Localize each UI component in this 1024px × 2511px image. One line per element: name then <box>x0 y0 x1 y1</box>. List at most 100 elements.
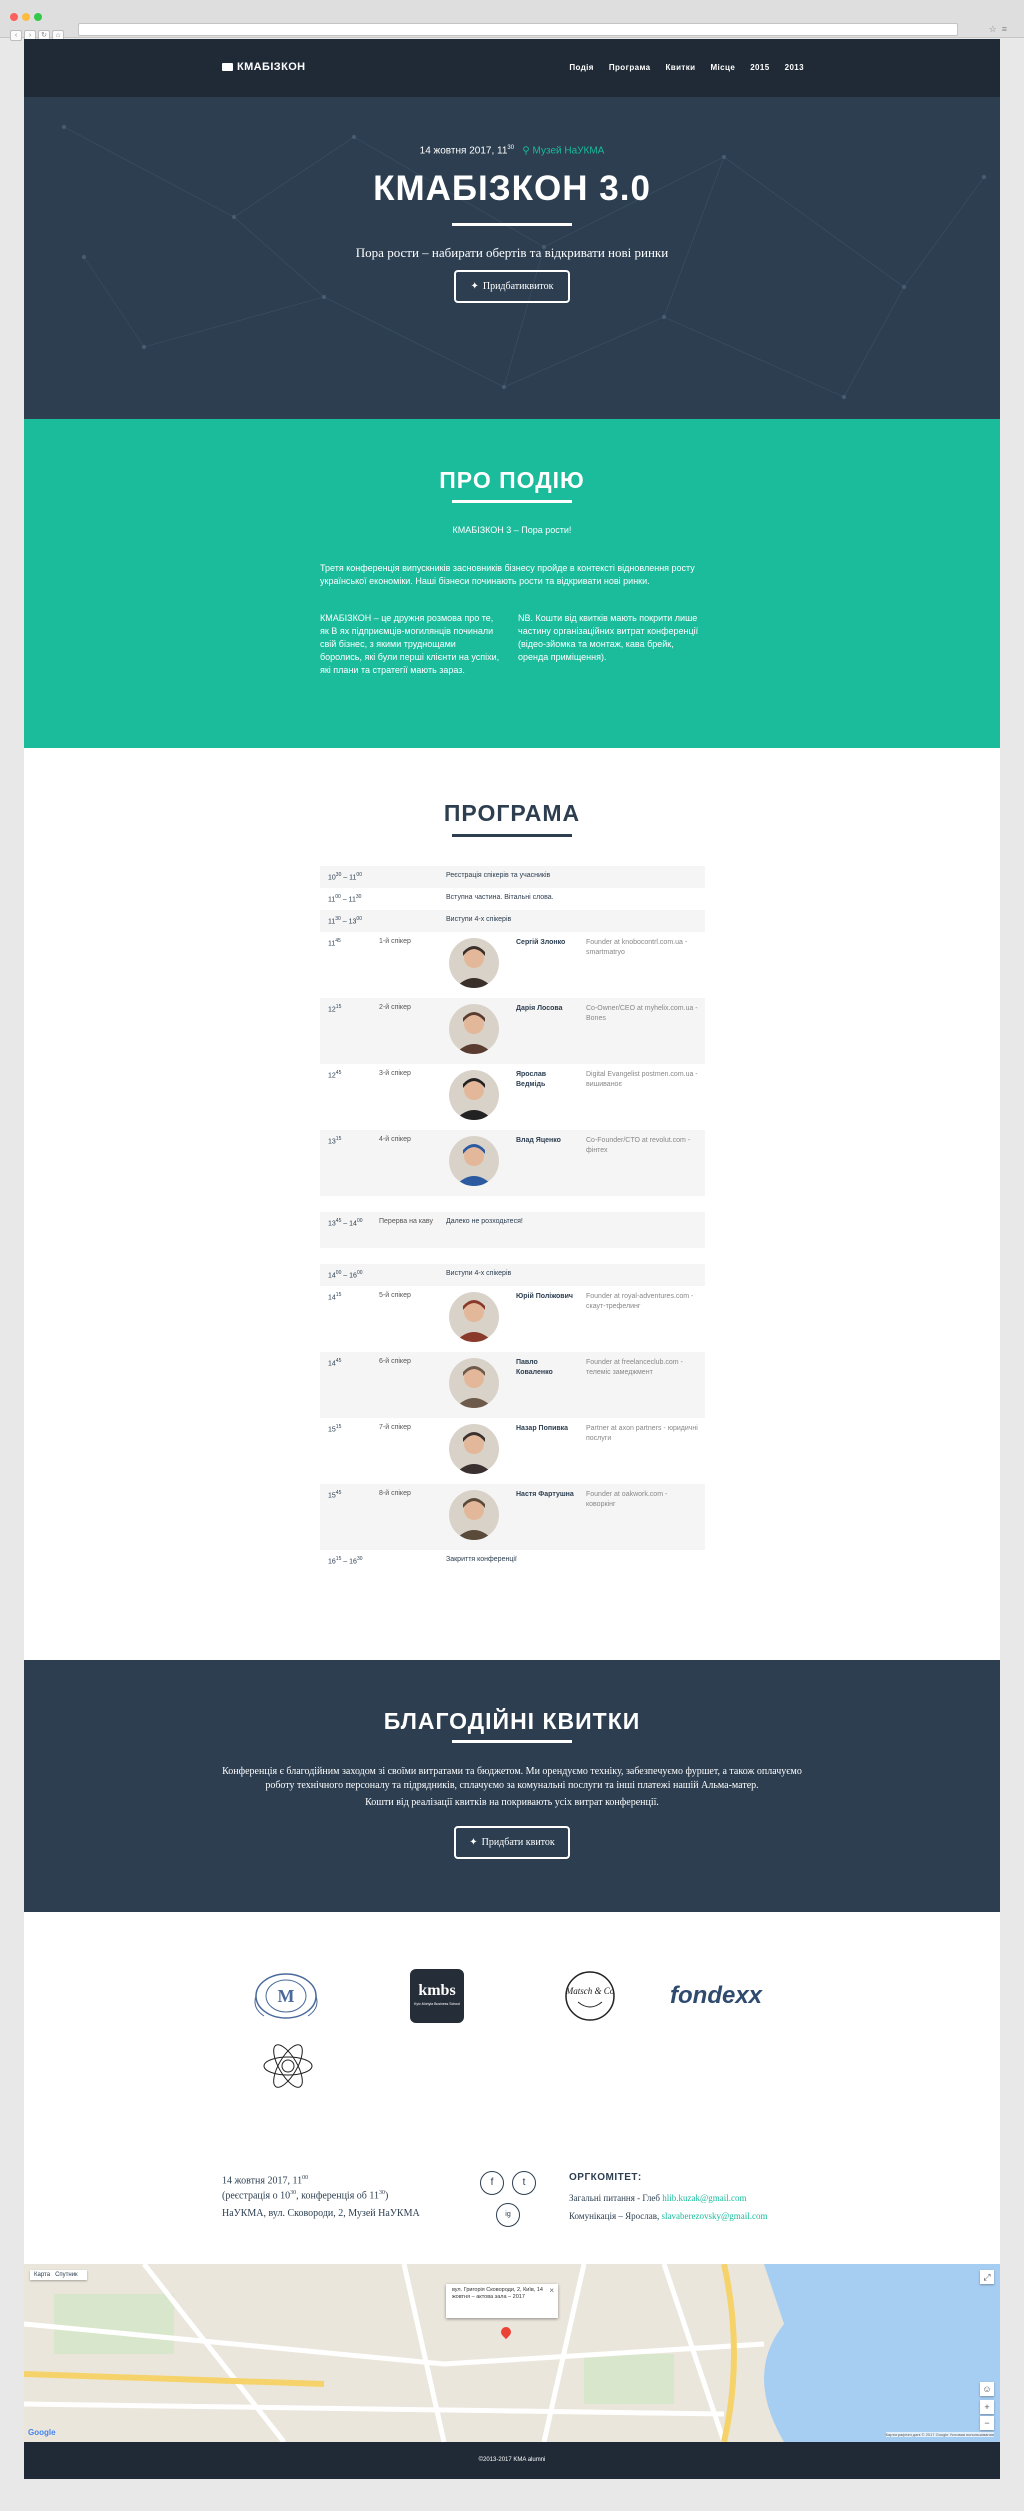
program-time: 1030 – 1100 <box>328 872 362 882</box>
close-window-icon[interactable] <box>10 13 18 21</box>
facebook-icon[interactable]: f <box>480 2171 504 2195</box>
organizer-communication: Комунікація – Ярослав, slavaberezovsky@g… <box>569 2211 768 2221</box>
nav-link-2015[interactable]: 2015 <box>750 63 769 72</box>
speaker-name: Сергій Злонко <box>516 939 566 946</box>
nav-link-event[interactable]: Подія <box>569 63 594 72</box>
organizer-general-email[interactable]: hlib.kuzak@gmail.com <box>662 2193 746 2203</box>
map-terms[interactable]: Картографічні дані © 2017 Google Условия… <box>885 2432 994 2437</box>
charity-divider <box>452 1740 572 1743</box>
organizers-title: ОРГКОМІТЕТ: <box>569 2172 642 2183</box>
program-time: 1100 – 1130 <box>328 894 362 904</box>
speaker-name: Ярослав Ведмідь <box>516 1071 547 1088</box>
charity-text: Конференція є благодійним заходом зі сво… <box>222 1766 802 1791</box>
location-link[interactable]: ⚲ Музей НаУКМА <box>522 145 604 156</box>
program-event: Виступи 4-х спікерів <box>446 1270 512 1277</box>
zoom-in-button[interactable]: + <box>980 2400 994 2414</box>
browser-chrome: ‹ › ↻ ⌂ ☆≡ <box>0 0 1024 41</box>
briefcase-icon <box>222 63 233 71</box>
program-row: 1545 8-й спікер Настя Фартушна Founder at o… <box>320 1484 705 1550</box>
maximize-window-icon[interactable] <box>34 13 42 21</box>
browser-menu-icons[interactable]: ☆≡ <box>989 24 1012 35</box>
about-title: ПРО ПОДІЮ <box>439 467 585 493</box>
organizer-general: Загальні питання - Глеб hlib.kuzak@gmail… <box>569 2193 747 2203</box>
naukma-logo[interactable]: M <box>250 1968 322 2029</box>
kmbs-logo[interactable]: kmbs Kyiv-Mohyla Business School <box>410 1969 464 2023</box>
program-row: 1030 – 1100 Реєстрація спікерів та учасни… <box>320 866 705 888</box>
close-icon[interactable]: × <box>549 2287 554 2295</box>
program-event: Виступи 4-х спікерів <box>446 916 512 923</box>
hero-title: КМАБІЗКОН 3.0 <box>373 169 651 208</box>
program-time: 1245 <box>328 1070 342 1080</box>
program-event: Реєстрація спікерів та учасників <box>446 872 551 879</box>
fondexx-logo[interactable]: fondexx <box>670 1982 762 2010</box>
nav-link-venue[interactable]: Місце <box>710 63 735 72</box>
back-icon[interactable]: ‹ <box>10 30 22 41</box>
program-time: 1515 <box>328 1424 342 1434</box>
fullscreen-icon[interactable]: ⤢ <box>980 2270 994 2284</box>
copyright: ©2013-2017 KMA alumni <box>24 2442 1000 2479</box>
program-slot: Перерва на каву <box>379 1218 433 1225</box>
speaker-role: Co-Founder/CTO at revolut.com - фінтех <box>586 1137 691 1154</box>
program-row: 1400 – 1600 Виступи 4-х спікерів <box>320 1264 705 1286</box>
speaker-photo <box>449 1070 499 1120</box>
hero-subtitle: Пора рости – набирати обертів та відкрив… <box>355 245 669 260</box>
speaker-photo <box>449 1424 499 1474</box>
nav-link-tickets[interactable]: Квитки <box>666 63 696 72</box>
speaker-name: Павло Коваленко <box>516 1359 553 1376</box>
about-column-right: NB. Кошти від квитків мають покрити лише… <box>518 613 699 662</box>
tab-map[interactable]: Карта <box>34 2272 50 2278</box>
atom-logo[interactable] <box>260 2040 316 2097</box>
speaker-role: Partner at axon partners - юридичні посл… <box>586 1425 698 1442</box>
speaker-photo <box>449 1136 499 1186</box>
program-event: Вступна частина. Вітальні слова. <box>446 894 554 901</box>
event-date: 14 жовтня 2017, 1130 ⚲ Музей НаУКМА <box>419 145 605 157</box>
tab-satellite[interactable]: Спутник <box>55 2272 78 2278</box>
program-row: 1345 – 1400 Перерва на каву Далеко не розх… <box>320 1212 705 1248</box>
google-map[interactable]: Карта Спутник ⤢ ☺ + − вул. Григорія Сково… <box>24 2264 1000 2442</box>
about-divider <box>452 500 572 503</box>
program-row: 1100 – 1130 Вступна частина. Вітальні сло… <box>320 888 705 910</box>
zoom-out-button[interactable]: − <box>980 2416 994 2430</box>
footer-info: 14 жовтня 2017, 1100 (реєстрація о 1030,… <box>24 2134 1000 2264</box>
svg-text:Matsch & Co: Matsch & Co <box>565 1986 615 1996</box>
organizers: ОРГКОМІТЕТ: Загальні питання - Глеб hlib… <box>569 2172 829 2229</box>
program-slot: 7-й спікер <box>379 1424 411 1431</box>
nav-link-program[interactable]: Програма <box>609 63 651 72</box>
address-bar[interactable] <box>78 23 958 36</box>
speaker-photo <box>449 1490 499 1540</box>
program-time: 1400 – 1600 <box>328 1270 363 1280</box>
program-slot: 8-й спікер <box>379 1490 411 1497</box>
nav-links: Подія Програма Квитки Місце 2015 2013 <box>569 63 804 72</box>
matsch-logo[interactable]: Matsch & Co <box>560 1968 620 2029</box>
program-row: 1245 3-й спікер Ярослав Ведмідь Digital Eva… <box>320 1064 705 1130</box>
program-time: 1445 <box>328 1358 342 1368</box>
minimize-window-icon[interactable] <box>22 13 30 21</box>
buy-ticket-button[interactable]: ✦ Придбатиквиток <box>454 270 570 303</box>
speaker-name: Дарія Лосова <box>516 1005 563 1012</box>
nav-link-2013[interactable]: 2013 <box>785 63 804 72</box>
brand-logo[interactable]: КМАБІЗКОН <box>222 61 306 73</box>
about-lead: КМАБІЗКОН 3 – Пора рости! <box>452 525 572 535</box>
speaker-role: Founder at royal-adventures.com - скаут-… <box>586 1293 694 1310</box>
program-row: 1415 5-й спікер Юрій Поліжович Founder at r… <box>320 1286 705 1352</box>
street-view-icon[interactable]: ☺ <box>980 2382 994 2396</box>
program-time: 1345 – 1400 <box>328 1218 363 1228</box>
instagram-icon[interactable]: ig <box>496 2203 520 2227</box>
twitter-icon[interactable]: t <box>512 2171 536 2195</box>
google-logo: Google <box>28 2428 56 2437</box>
organizer-communication-email[interactable]: slavaberezovsky@gmail.com <box>662 2211 768 2221</box>
speaker-photo <box>449 1358 499 1408</box>
sponsors-section: M kmbs Kyiv-Mohyla Business School Matsc… <box>24 1912 1000 2134</box>
program-event: Закриття конференції <box>446 1556 517 1563</box>
speaker-role: Founder at oakwork.com - коворкінг <box>586 1491 668 1508</box>
ticket-icon: ✦ <box>470 281 479 292</box>
charity-buy-ticket-button[interactable]: ✦ Придбати квиток <box>454 1826 570 1859</box>
program-slot: 6-й спікер <box>379 1358 411 1365</box>
program-slot: 1-й спікер <box>379 938 411 945</box>
program-row: 1615 – 1630 Закриття конференції <box>320 1550 705 1572</box>
program-section: ПРОГРАМА 1030 – 1100 Реєстрація спікерів … <box>24 748 1000 1660</box>
program-time: 1145 <box>328 938 341 948</box>
hero-section: 14 жовтня 2017, 1130 ⚲ Музей НаУКМА КМАБ… <box>24 97 1000 419</box>
svg-text:M: M <box>278 1986 295 2006</box>
program-row: 1515 7-й спікер Назар Попивка Partner at ax… <box>320 1418 705 1484</box>
